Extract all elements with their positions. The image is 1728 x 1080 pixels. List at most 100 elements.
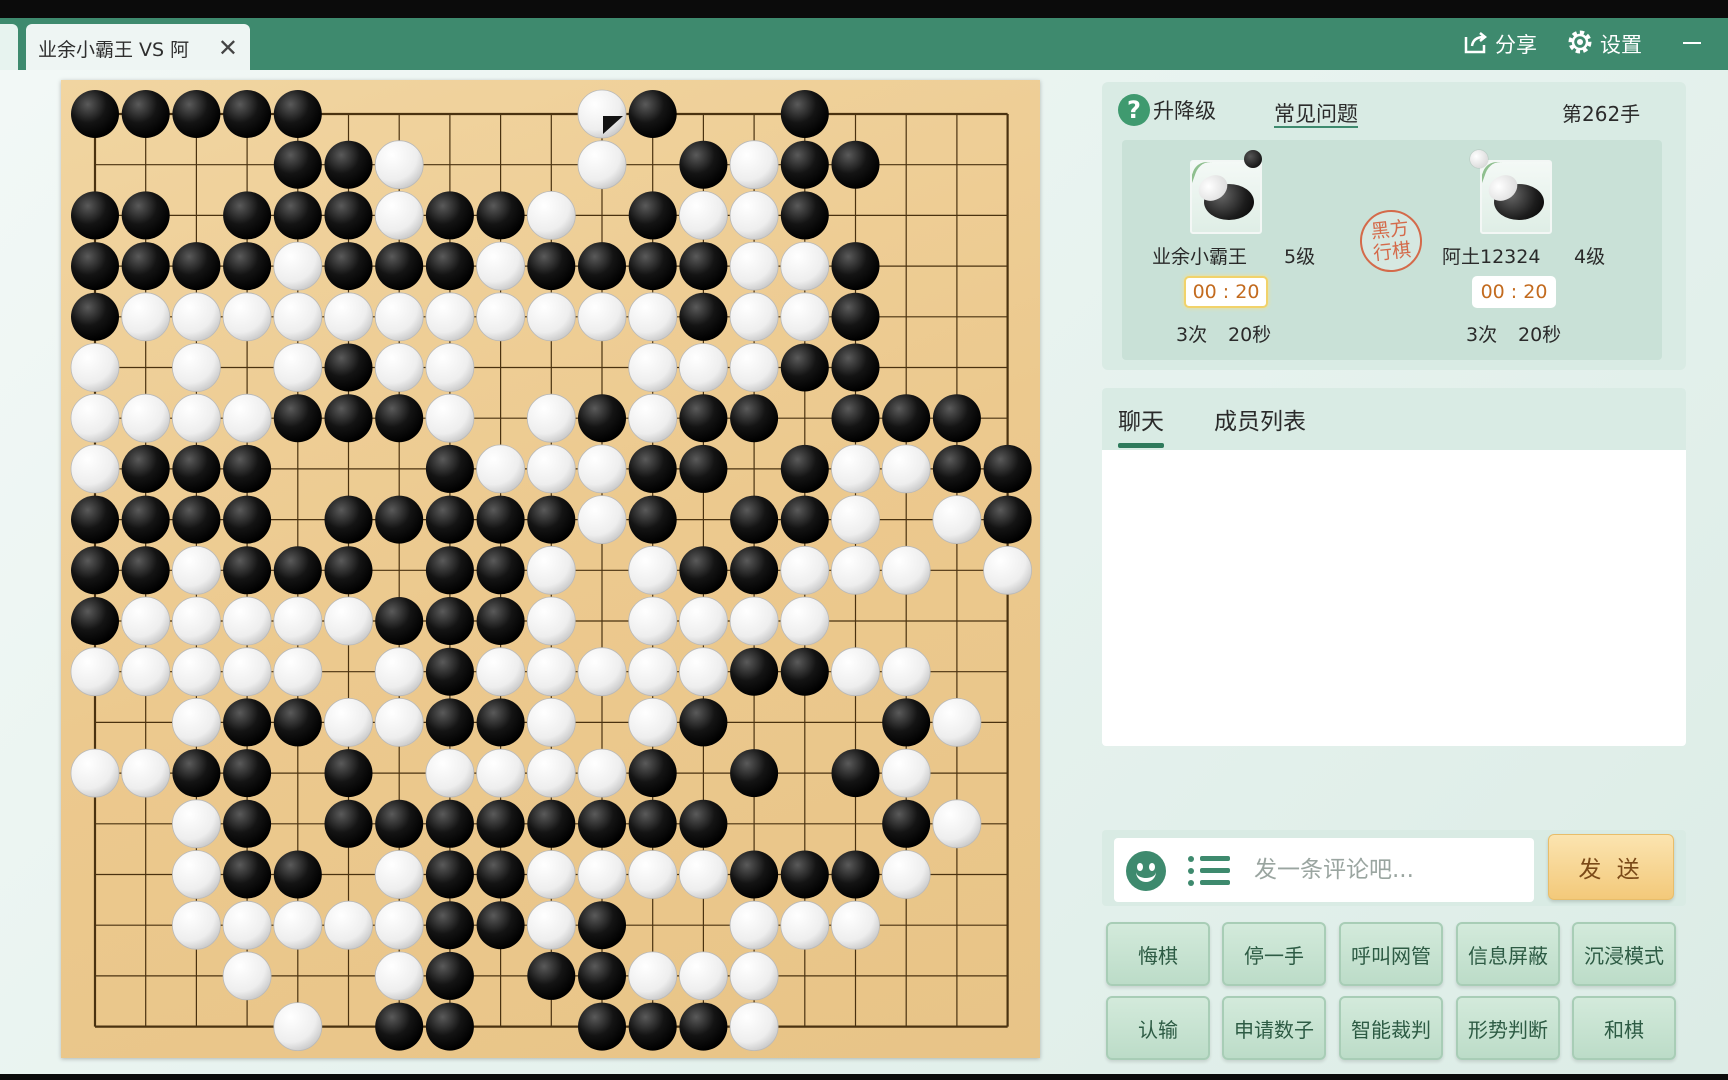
- black-byoyomi-count: 3次: [1176, 324, 1208, 346]
- black-stone: [628, 1002, 677, 1051]
- black-byoyomi-time: 20秒: [1228, 324, 1272, 346]
- resign-button[interactable]: 认输: [1106, 996, 1210, 1060]
- white-stone: [171, 698, 221, 747]
- white-stone: [526, 647, 576, 697]
- white-stone: [526, 900, 576, 950]
- white-stone: [476, 748, 526, 798]
- black-stone: [273, 850, 322, 899]
- send-button[interactable]: 发 送: [1548, 834, 1674, 900]
- white-stone: [932, 799, 982, 849]
- call-admin-button[interactable]: 呼叫网管: [1339, 922, 1443, 986]
- white-stone: [70, 343, 120, 392]
- black-stone: [578, 951, 626, 1000]
- app-window: 业余小霸王 VS 阿 ✕ 分享 设置 ? 升降级 常见问题 第262手 业余小霸…: [0, 0, 1728, 1080]
- game-info-panel: ? 升降级 常见问题 第262手 业余小霸王 5级 阿土12324 4级 黑方 …: [1102, 82, 1686, 370]
- white-player-avatar[interactable]: [1480, 160, 1552, 234]
- block-messages-button[interactable]: 信息屏蔽: [1456, 922, 1560, 986]
- draw-button[interactable]: 和棋: [1572, 996, 1676, 1060]
- white-stone: [628, 647, 678, 697]
- white-stone: [171, 393, 221, 443]
- white-stone: [679, 190, 728, 240]
- white-stone: [222, 393, 272, 443]
- white-stone: [628, 698, 678, 747]
- board-grid[interactable]: [61, 80, 1040, 1058]
- black-stone: [780, 90, 829, 138]
- previous-tab-stub[interactable]: [0, 24, 18, 70]
- minimize-icon[interactable]: [1683, 42, 1701, 44]
- white-stone: [171, 647, 221, 697]
- share-button[interactable]: 分享: [1463, 28, 1537, 60]
- tab-members[interactable]: 成员列表: [1214, 402, 1306, 436]
- black-stone: [375, 1002, 424, 1051]
- levels-link[interactable]: ? 升降级: [1118, 94, 1216, 126]
- ai-judge-button[interactable]: 智能裁判: [1339, 996, 1443, 1060]
- comment-box[interactable]: [1114, 838, 1534, 902]
- black-stone: [223, 546, 272, 595]
- black-stone: [983, 444, 1032, 493]
- pass-button[interactable]: 停一手: [1222, 922, 1326, 986]
- white-stone: [831, 647, 880, 697]
- white-stone: [729, 951, 779, 1001]
- chat-tabs: 聊天 成员列表: [1102, 388, 1686, 450]
- black-stone: [425, 242, 474, 291]
- close-icon[interactable]: ✕: [218, 34, 238, 62]
- white-stone: [577, 495, 627, 545]
- black-stone: [679, 698, 728, 747]
- white-stone: [628, 292, 678, 342]
- black-stone: [476, 546, 525, 595]
- black-stone: [679, 292, 728, 341]
- comment-bar: 发 送: [1102, 830, 1686, 906]
- black-stone: [730, 749, 779, 798]
- white-stone: [729, 241, 779, 291]
- settings-label: 设置: [1600, 33, 1642, 57]
- screen-bottom-strip: [0, 1074, 1728, 1080]
- settings-button[interactable]: 设置: [1566, 28, 1642, 60]
- black-stone: [425, 546, 474, 595]
- request-count-button[interactable]: 申请数子: [1222, 996, 1326, 1060]
- white-stone: [729, 900, 779, 950]
- black-stone: [679, 444, 728, 493]
- faq-link[interactable]: 常见问题: [1274, 98, 1358, 128]
- white-stone: [577, 647, 627, 697]
- tab-chat[interactable]: 聊天: [1118, 402, 1164, 448]
- white-stone: [425, 292, 475, 342]
- turn-seal-line2: 行棋: [1372, 239, 1413, 265]
- white-stone: [780, 596, 830, 646]
- situation-button[interactable]: 形势判断: [1456, 996, 1560, 1060]
- white-clock: 00 : 20: [1472, 276, 1556, 308]
- white-stone: [577, 850, 627, 899]
- black-player-avatar[interactable]: [1190, 160, 1262, 234]
- black-stone: [831, 343, 880, 392]
- white-stone: [171, 596, 221, 646]
- white-stone: [577, 444, 627, 494]
- black-stone: [476, 901, 525, 950]
- emoji-icon[interactable]: [1126, 851, 1166, 891]
- white-stone: [831, 900, 880, 950]
- white-stone: [374, 951, 424, 1001]
- black-stone: [324, 343, 373, 392]
- black-stone: [831, 394, 880, 443]
- black-stone: [831, 850, 880, 899]
- white-stone: [932, 698, 982, 747]
- white-stone: [476, 292, 526, 342]
- black-player-name: 业余小霸王: [1152, 246, 1248, 268]
- black-stone: [882, 698, 931, 747]
- white-stone: [577, 748, 627, 798]
- go-board[interactable]: [61, 80, 1040, 1058]
- black-stone: [121, 242, 170, 291]
- white-stone: [476, 444, 526, 494]
- white-stone: [273, 900, 323, 950]
- black-stone: [324, 749, 373, 798]
- comment-input[interactable]: [1254, 848, 1524, 892]
- game-tab[interactable]: 业余小霸王 VS 阿 ✕: [26, 24, 250, 72]
- black-stone: [679, 140, 728, 189]
- black-stone: [425, 647, 474, 696]
- list-icon[interactable]: [1188, 854, 1230, 888]
- black-stone: [831, 140, 880, 189]
- black-stone: [425, 799, 474, 848]
- white-byoyomi-count: 3次: [1466, 324, 1498, 346]
- undo-button[interactable]: 悔棋: [1106, 922, 1210, 986]
- immersive-mode-button[interactable]: 沉浸模式: [1572, 922, 1676, 986]
- white-stone: [425, 343, 475, 392]
- black-stone: [628, 90, 677, 138]
